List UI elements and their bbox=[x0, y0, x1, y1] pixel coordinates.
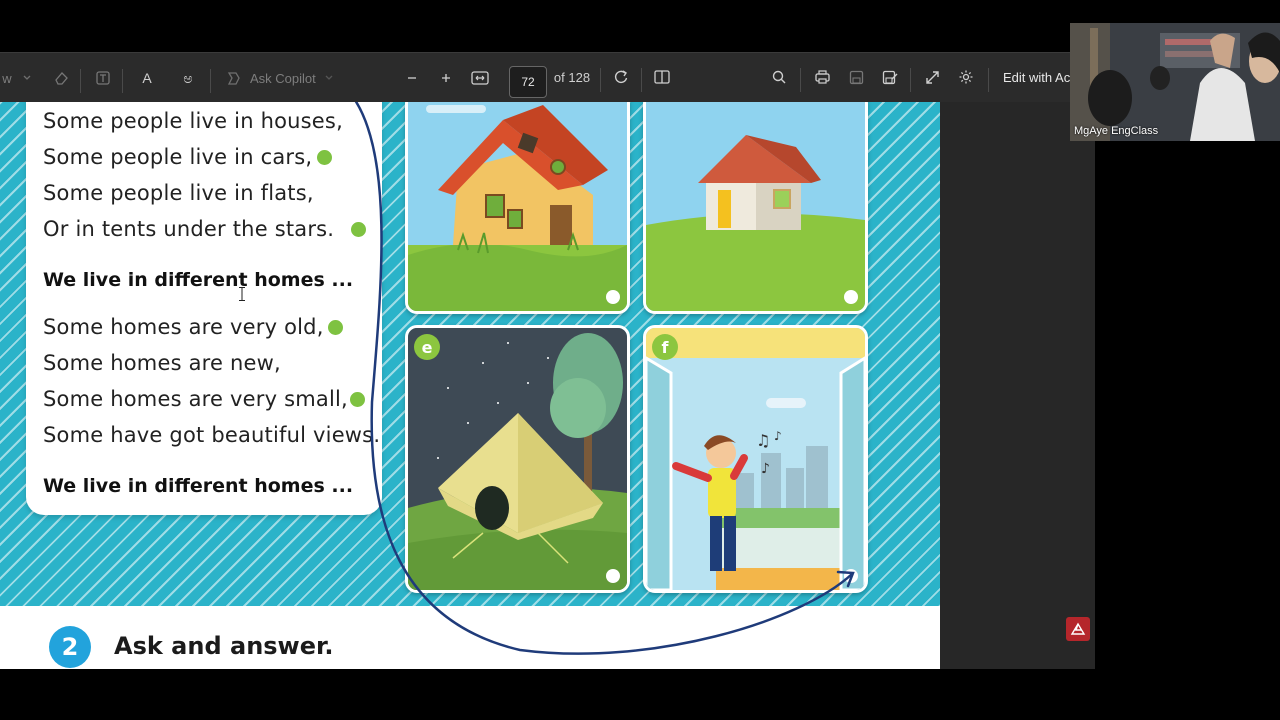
toolbar-divider bbox=[80, 69, 81, 93]
read-aloud-icon[interactable]: A bbox=[135, 53, 159, 103]
view-menu-partial[interactable]: w bbox=[0, 53, 14, 103]
adobe-pdf-icon[interactable] bbox=[1066, 617, 1090, 641]
chevron-down-icon[interactable] bbox=[322, 53, 336, 103]
eraser-icon[interactable] bbox=[50, 53, 72, 103]
annotation-pen-stroke bbox=[354, 102, 855, 655]
text-cursor-icon bbox=[239, 287, 245, 301]
webcam-overlay: MgAye EngClass bbox=[1070, 23, 1280, 141]
translate-icon[interactable]: ಅ bbox=[176, 53, 200, 103]
webcam-video-frame bbox=[1070, 23, 1280, 141]
screen-bottom-area bbox=[0, 669, 1280, 720]
side-dark-area bbox=[1095, 52, 1280, 669]
pdf-page: Some people live in houses, Some people … bbox=[0, 102, 940, 669]
zoom-in-icon[interactable] bbox=[436, 53, 456, 103]
toolbar-divider bbox=[210, 69, 211, 93]
ask-copilot-button[interactable]: Ask Copilot bbox=[250, 53, 320, 103]
copilot-icon[interactable] bbox=[222, 53, 244, 103]
zoom-out-icon[interactable] bbox=[402, 53, 422, 103]
webcam-participant-name: MgAye EngClass bbox=[1074, 125, 1159, 137]
text-box-icon[interactable] bbox=[92, 53, 114, 103]
page-number-input[interactable]: 72 bbox=[509, 66, 547, 98]
fit-width-icon[interactable] bbox=[469, 53, 491, 103]
pdf-toolbar: w A ಅ Ask Copilot bbox=[0, 52, 1095, 103]
chevron-down-icon[interactable] bbox=[20, 53, 34, 103]
toolbar-divider bbox=[122, 69, 123, 93]
